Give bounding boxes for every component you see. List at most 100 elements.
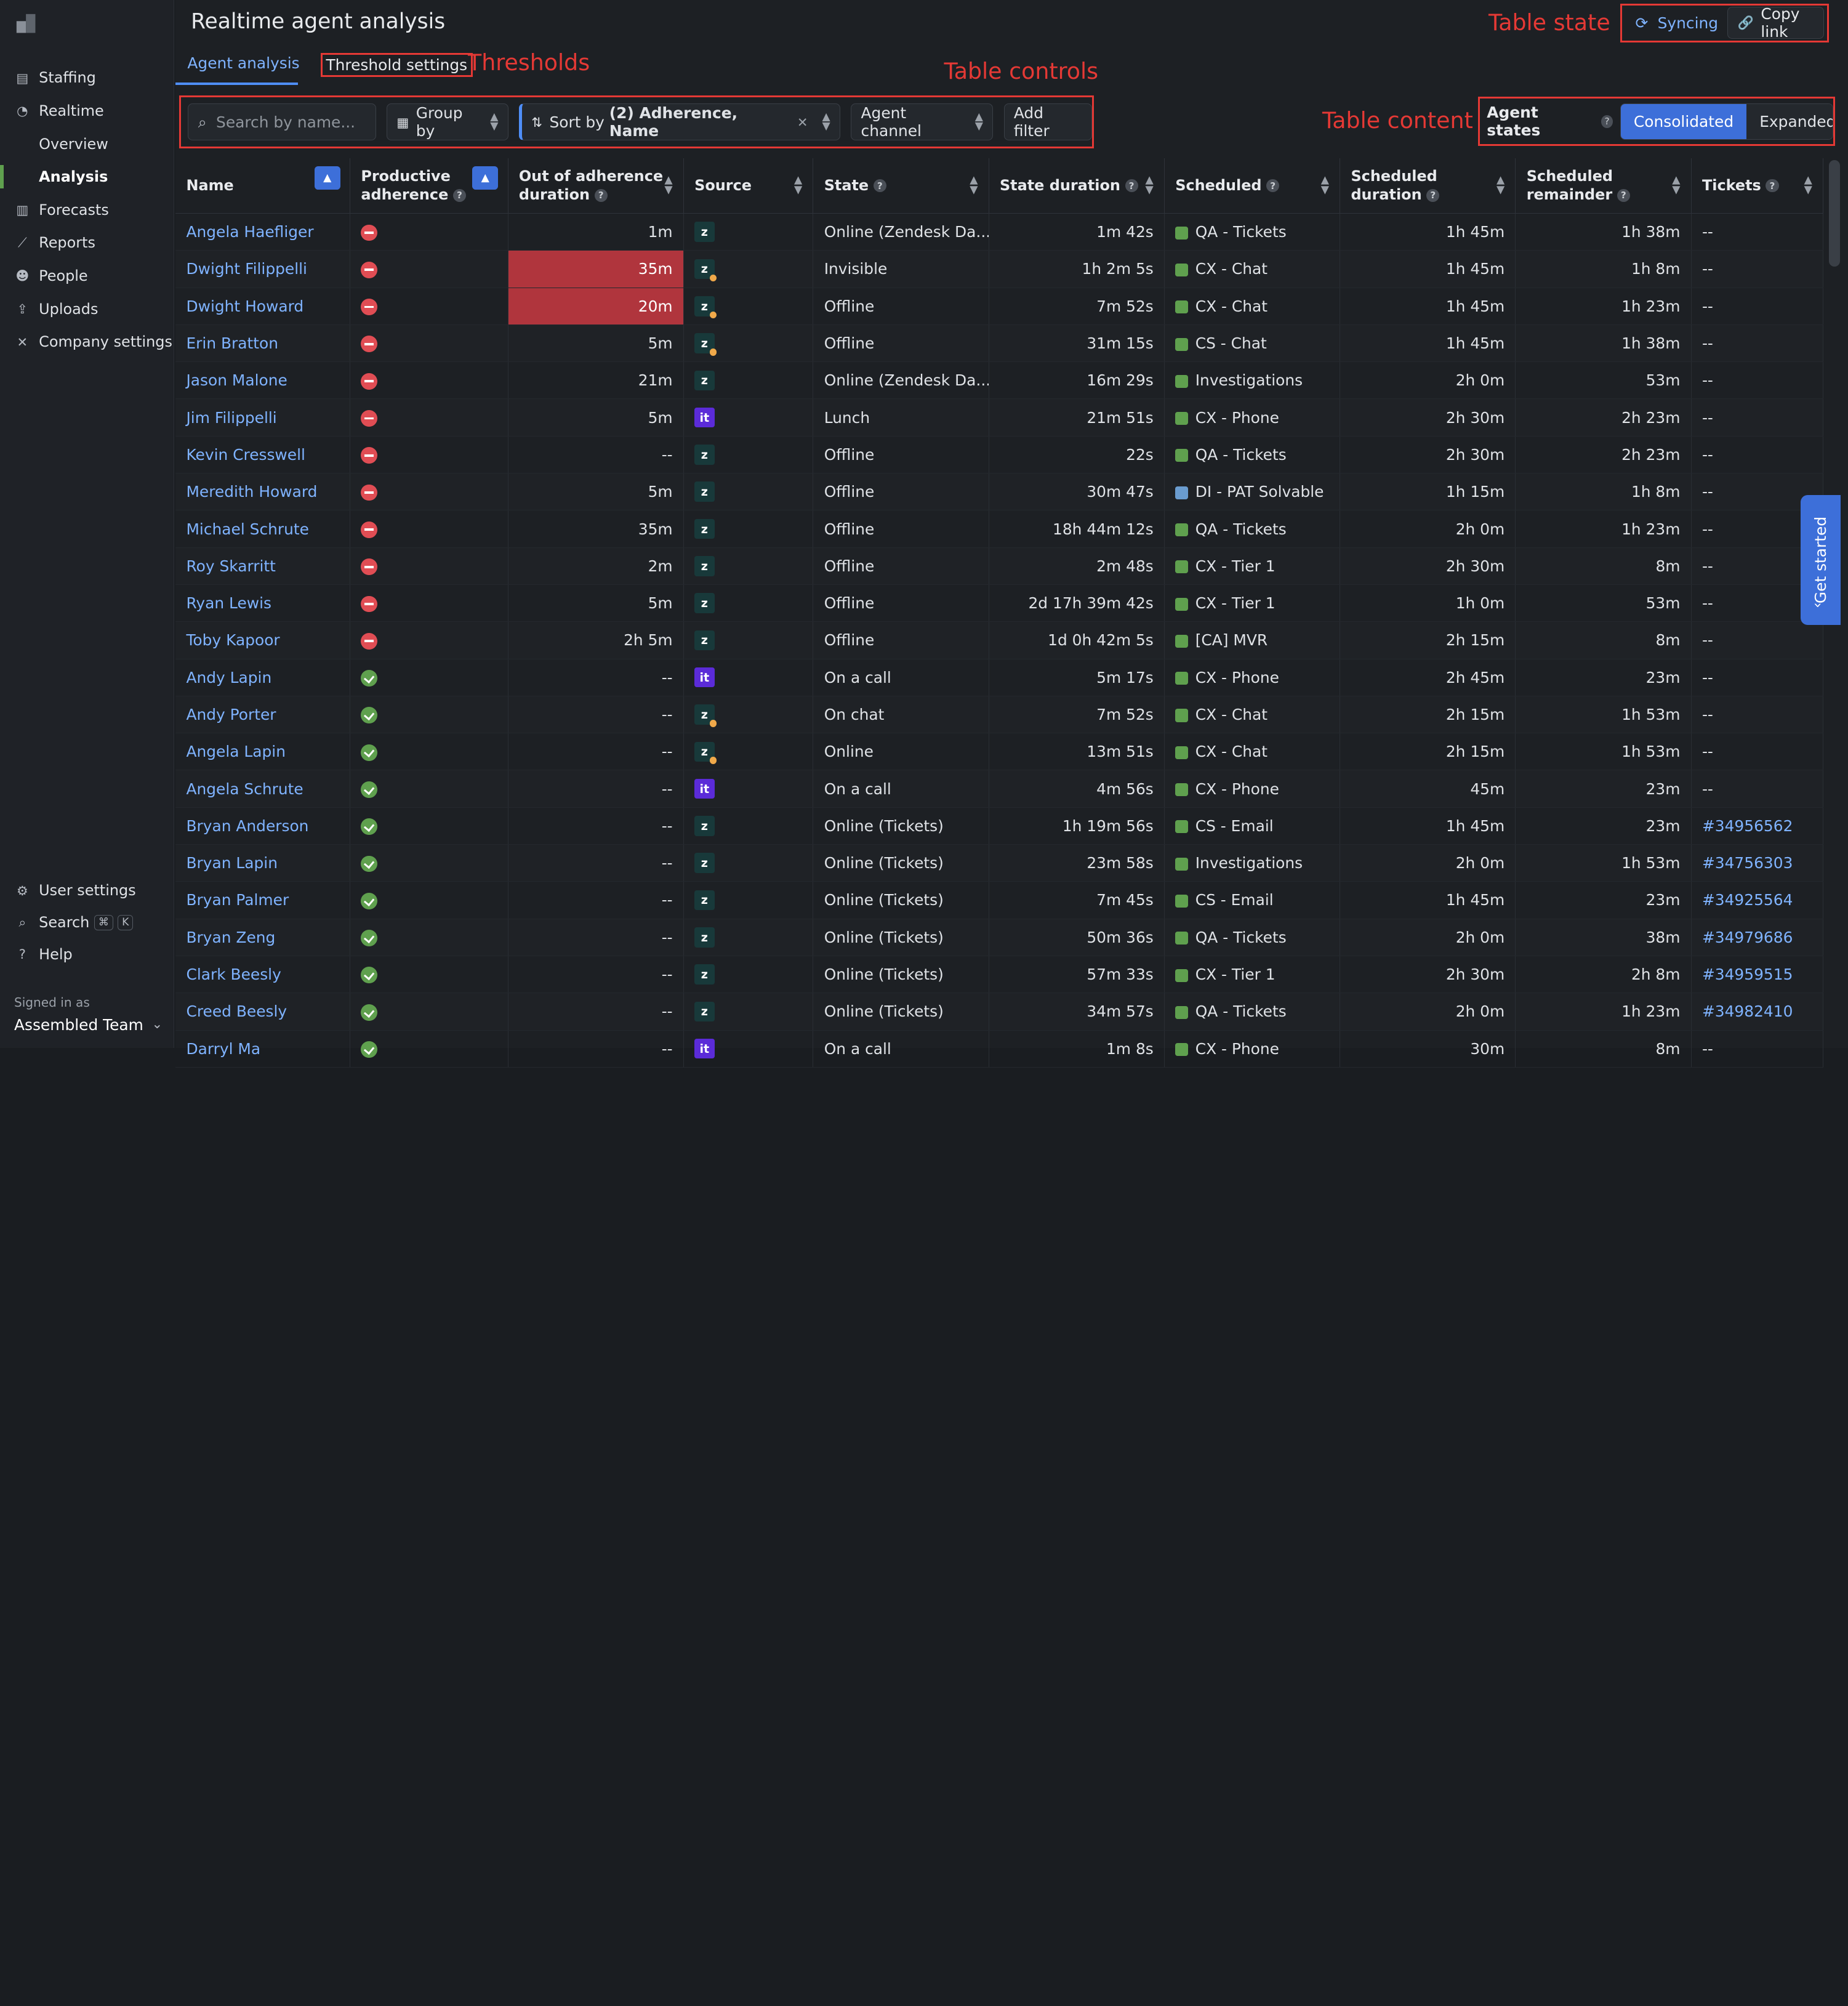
col-header-name[interactable]: Name ▲	[175, 158, 351, 214]
sidebar-item-analysis[interactable]: Analysis	[0, 160, 174, 193]
expanded-option[interactable]: Expanded	[1746, 103, 1833, 139]
col-header-scheduled[interactable]: Scheduled? ▲ ▼	[1164, 158, 1341, 214]
sort-icon[interactable]: ▲ ▼	[1146, 175, 1154, 195]
table-row[interactable]: Jim Filippelli 5m it Lunch 21m 51s CX - Phone…	[175, 398, 1824, 437]
table-row[interactable]: Roy Skarritt 2m z Offline 2m 48s CX - Tier 1 2…	[175, 547, 1824, 585]
table-row[interactable]: Jason Malone 21m z Online (Zendesk Da... 16m…	[175, 361, 1824, 400]
agent-name-link[interactable]: Darryl Ma	[175, 1030, 351, 1068]
col-header-state[interactable]: State? ▲ ▼	[813, 158, 989, 214]
clear-sort-icon[interactable]: ✕	[797, 115, 808, 130]
col-header-scheduled-remainder[interactable]: Scheduled remainder? ▲ ▼	[1515, 158, 1692, 214]
agent-name-link[interactable]: Dwight Filippelli	[175, 250, 351, 288]
consolidated-option[interactable]: Consolidated	[1620, 103, 1747, 139]
sort-asc-icon[interactable]: ▲	[472, 166, 499, 190]
table-row[interactable]: Dwight Filippelli 35m z Invisible 1h 2m 5s CX…	[175, 250, 1824, 288]
agent-name-link[interactable]: Bryan Anderson	[175, 807, 351, 845]
tab-threshold-settings[interactable]: Threshold settings	[320, 53, 473, 77]
help-link[interactable]: ? Help	[0, 938, 174, 970]
table-row[interactable]: Bryan Zeng -- z Online (Tickets) 50m 36s QA -…	[175, 919, 1824, 956]
agent-name-link[interactable]: Clark Beesly	[175, 956, 351, 994]
table-row[interactable]: Dwight Howard 20m z Offline 7m 52s CX - Chat 1…	[175, 288, 1824, 325]
table-row[interactable]: Kevin Cresswell -- z Offline 22s QA - Tickets…	[175, 436, 1824, 474]
account-switcher[interactable]: Assembled Team ⌄	[14, 1016, 163, 1034]
group-by-select[interactable]: ▦ Group by ▲ ▼	[387, 103, 508, 140]
agent-name-link[interactable]: Angela Lapin	[175, 733, 351, 771]
table-row[interactable]: Michael Schrute 35m z Offline 18h 44m 12s QA …	[175, 510, 1824, 548]
agent-name-link[interactable]: Angela Haefliger	[175, 213, 351, 251]
agent-name-link[interactable]: Toby Kapoor	[175, 621, 351, 659]
help-icon[interactable]: ?	[594, 188, 608, 202]
get-started-button[interactable]: Get started ‹	[1801, 495, 1841, 625]
logo-icon[interactable]	[14, 12, 38, 35]
sort-by-select[interactable]: ⇅ Sort by (2) Adherence, Name ✕ ▲ ▼	[519, 103, 840, 140]
col-header-tickets[interactable]: Tickets? ▲ ▼	[1691, 158, 1824, 214]
agent-name-link[interactable]: Michael Schrute	[175, 510, 351, 548]
table-row[interactable]: Andy Porter -- z On chat 7m 52s CX - Chat 2h 1…	[175, 696, 1824, 734]
sort-icon[interactable]: ▲ ▼	[664, 175, 672, 195]
table-row[interactable]: Bryan Palmer -- z Online (Tickets) 7m 45s CS …	[175, 881, 1824, 919]
search-input[interactable]: ⌕ Search by name...	[188, 103, 376, 140]
sidebar-item-forecasts[interactable]: ▥ Forecasts	[0, 193, 174, 227]
sidebar-item-reports[interactable]: ⟋ Reports	[0, 227, 174, 260]
agent-name-link[interactable]: Meredith Howard	[175, 473, 351, 511]
sidebar-item-overview[interactable]: Overview	[0, 127, 174, 161]
help-icon[interactable]: ?	[1125, 179, 1138, 193]
col-header-state-duration[interactable]: State duration? ▲ ▼	[989, 158, 1165, 214]
tickets-cell[interactable]: #34979686	[1691, 919, 1824, 956]
user-settings-link[interactable]: ⚙ User settings	[0, 875, 174, 907]
tickets-cell[interactable]: #34959515	[1691, 956, 1824, 994]
help-icon[interactable]: ?	[1426, 188, 1440, 202]
table-row[interactable]: Bryan Lapin -- z Online (Tickets) 23m 58s Inv…	[175, 844, 1824, 882]
sort-asc-icon[interactable]: ▲	[314, 166, 340, 190]
tickets-cell[interactable]: #34982410	[1691, 993, 1824, 1031]
agent-name-link[interactable]: Bryan Zeng	[175, 919, 351, 956]
sort-icon[interactable]: ▲ ▼	[1672, 175, 1680, 195]
table-row[interactable]: Erin Bratton 5m z Offline 31m 15s CS - Chat 1h…	[175, 324, 1824, 363]
help-icon[interactable]: ?	[1617, 188, 1630, 202]
agent-name-link[interactable]: Andy Lapin	[175, 659, 351, 696]
agent-name-link[interactable]: Bryan Lapin	[175, 844, 351, 882]
table-row[interactable]: Creed Beesly -- z Online (Tickets) 34m 57s QA…	[175, 993, 1824, 1031]
add-filter-button[interactable]: Add filter	[1003, 103, 1092, 140]
col-header-scheduled-duration[interactable]: Scheduled duration? ▲ ▼	[1340, 158, 1516, 214]
help-icon[interactable]: ?	[1266, 179, 1280, 193]
syncing-button[interactable]: ⟳ Syncing	[1626, 7, 1727, 39]
tickets-cell[interactable]: #34956562	[1691, 807, 1824, 845]
tickets-cell[interactable]: #34925564	[1691, 881, 1824, 919]
sort-icon[interactable]: ▲ ▼	[1804, 175, 1812, 195]
sort-icon[interactable]: ▲ ▼	[1496, 175, 1505, 195]
agent-name-link[interactable]: Dwight Howard	[175, 288, 351, 325]
agent-name-link[interactable]: Jason Malone	[175, 361, 351, 400]
help-icon[interactable]: ?	[452, 188, 466, 202]
agent-name-link[interactable]: Creed Beesly	[175, 993, 351, 1031]
agent-name-link[interactable]: Bryan Palmer	[175, 881, 351, 919]
agent-channel-select[interactable]: Agent channel ▲ ▼	[851, 103, 994, 140]
agent-name-link[interactable]: Angela Schrute	[175, 770, 351, 808]
sort-icon[interactable]: ▲ ▼	[794, 175, 802, 195]
table-row[interactable]: Toby Kapoor 2h 5m z Offline 1d 0h 42m 5s [CA]…	[175, 621, 1824, 659]
agent-name-link[interactable]: Jim Filippelli	[175, 398, 351, 437]
table-row[interactable]: Clark Beesly -- z Online (Tickets) 57m 33s CX…	[175, 956, 1824, 994]
sidebar-item-uploads[interactable]: ⇪ Uploads	[0, 292, 174, 326]
table-row[interactable]: Angela Lapin -- z Online 13m 51s CX - Chat 2h …	[175, 733, 1824, 771]
tickets-cell[interactable]: #34756303	[1691, 844, 1824, 882]
agent-name-link[interactable]: Roy Skarritt	[175, 547, 351, 585]
sidebar-item-realtime[interactable]: ◔ Realtime	[0, 94, 174, 127]
agent-name-link[interactable]: Andy Porter	[175, 696, 351, 734]
table-scrollbar[interactable]	[1829, 160, 1840, 267]
table-row[interactable]: Bryan Anderson -- z Online (Tickets) 1h 19m …	[175, 807, 1824, 845]
sort-icon[interactable]: ▲ ▼	[1321, 175, 1329, 195]
help-icon[interactable]: ?	[1766, 179, 1779, 193]
table-row[interactable]: Angela Schrute -- it On a call 4m 56s CX - Ph…	[175, 770, 1824, 808]
copy-link-button[interactable]: 🔗 Copy link	[1727, 5, 1824, 41]
agent-name-link[interactable]: Erin Bratton	[175, 324, 351, 363]
sidebar-item-company-settings[interactable]: ✕ Company settings	[0, 325, 174, 358]
table-row[interactable]: Meredith Howard 5m z Offline 30m 47s DI - PAT…	[175, 473, 1824, 511]
table-row[interactable]: Angela Haefliger 1m z Online (Zendesk Da...…	[175, 213, 1824, 251]
sidebar-item-people[interactable]: ☻ People	[0, 259, 174, 292]
help-icon[interactable]: ?	[873, 179, 886, 193]
sort-icon[interactable]: ▲ ▼	[970, 175, 978, 195]
table-row[interactable]: Andy Lapin -- it On a call 5m 17s CX - Phone 2…	[175, 659, 1824, 696]
col-header-productive-adherence[interactable]: Productive adherence? ▲	[350, 158, 508, 214]
agent-name-link[interactable]: Kevin Cresswell	[175, 436, 351, 474]
